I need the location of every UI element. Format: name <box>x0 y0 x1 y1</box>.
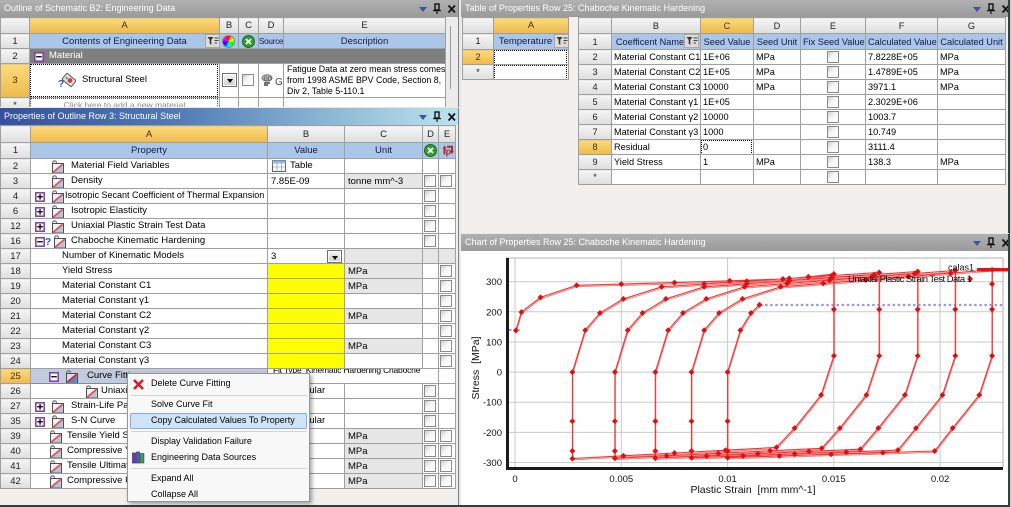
svg-text:-200: -200 <box>483 428 502 439</box>
svg-text:0.02: 0.02 <box>931 474 950 485</box>
svg-text:G: G <box>275 77 283 88</box>
svg-text:200: 200 <box>486 307 502 318</box>
svg-text:Uniaxial Plastic Strain Test D: Uniaxial Plastic Strain Test Data 1 <box>848 274 972 285</box>
svg-text:100: 100 <box>486 338 502 349</box>
svg-text:-100: -100 <box>483 398 502 409</box>
svg-text:0: 0 <box>512 474 517 485</box>
svg-text:0: 0 <box>497 368 502 379</box>
svg-text:0.005: 0.005 <box>609 474 633 485</box>
svg-text:p: p <box>446 147 452 157</box>
svg-text:-300: -300 <box>483 458 502 469</box>
svg-text:GD: GD <box>264 76 272 82</box>
svg-text:Plastic Strain [mm mm^-1]: Plastic Strain [mm mm^-1] <box>690 484 815 496</box>
svg-text:Stress [MPa]: Stress [MPa] <box>470 336 482 399</box>
svg-text:calas1: calas1 <box>948 263 974 273</box>
svg-text:0.015: 0.015 <box>822 474 846 485</box>
svg-text:300: 300 <box>486 277 502 288</box>
